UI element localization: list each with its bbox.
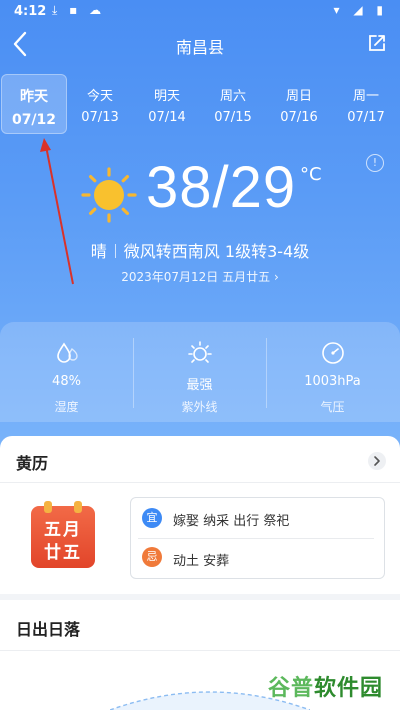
stat-label: 紫外线 (181, 400, 218, 414)
divider (114, 244, 116, 258)
temperature-range: 38/29 (146, 155, 297, 220)
weather-stats: 48% 湿度 最强 紫外线 1003hPa 气压 (0, 322, 400, 422)
ji-text: 动土 安葬 (173, 554, 230, 569)
notification-icons: ⤓ ▪ ☁ (52, 3, 106, 17)
stat-uv[interactable]: 最强 紫外线 (133, 322, 266, 422)
lunar-month: 五月 (44, 520, 82, 540)
day-selector: 昨天 07/12 今天 07/13 明天 07/14 周六 07/15 周日 0… (0, 74, 400, 134)
stat-pressure[interactable]: 1003hPa 气压 (266, 322, 399, 422)
day-tab-monday[interactable]: 周一 07/17 (333, 74, 399, 134)
day-tab-today[interactable]: 今天 07/13 (67, 74, 133, 134)
calendar-ring (74, 501, 82, 513)
watermark-part1: 谷普 (268, 676, 315, 701)
day-name: 明天 (153, 89, 180, 104)
day-tab-yesterday[interactable]: 昨天 07/12 (1, 74, 67, 134)
system-icons: ▾ ◢ ▮ (333, 3, 388, 17)
sunrise-title: 日出日落 (16, 620, 81, 639)
calendar-ring (44, 501, 52, 513)
weather-condition: 晴 (90, 242, 107, 261)
city-title[interactable]: 南昌县 (0, 34, 400, 58)
weather-description: 晴微风转西南风 1级转3-4级 (0, 238, 400, 262)
date-line[interactable]: 2023年07月12日 五月廿五 › (0, 268, 400, 285)
watermark-part2: 软件园 (314, 676, 384, 701)
day-name: 今天 (86, 89, 113, 104)
status-time: 4:12 (14, 4, 47, 19)
wind-description: 微风转西南风 1级转3-4级 (123, 242, 310, 261)
sun-uv-icon (188, 341, 212, 363)
share-icon[interactable] (366, 32, 388, 54)
divider (0, 650, 400, 651)
status-bar: 4:12 ⤓ ▪ ☁ ▾ ◢ ▮ (0, 0, 400, 24)
site-watermark: 谷普软件园 (268, 670, 383, 702)
ji-badge: 忌 (142, 547, 162, 567)
day-date: 07/15 (214, 110, 252, 125)
info-icon[interactable]: ! (366, 154, 384, 172)
date-text: 2023年07月12日 五月廿五 (121, 270, 271, 284)
humidity-icon (57, 342, 78, 363)
yi-text: 嫁娶 纳采 出行 祭祀 (173, 514, 290, 529)
lunar-calendar-icon: 五月 廿五 (31, 501, 95, 568)
day-date: 07/13 (81, 110, 119, 125)
stat-label: 气压 (320, 400, 345, 414)
sunny-weather-icon (81, 167, 137, 223)
day-date: 07/17 (347, 110, 385, 125)
divider (138, 538, 374, 539)
day-date: 07/12 (11, 112, 57, 128)
stat-label: 湿度 (54, 400, 79, 414)
day-name: 周一 (352, 89, 379, 104)
day-tab-saturday[interactable]: 周六 07/15 (200, 74, 266, 134)
temperature-unit: °C (300, 164, 322, 185)
day-tab-tomorrow[interactable]: 明天 07/14 (134, 74, 200, 134)
day-tab-sunday[interactable]: 周日 07/16 (266, 74, 332, 134)
pressure-gauge-icon (322, 342, 344, 364)
day-name: 昨天 (20, 89, 48, 105)
stat-value: 48% (52, 374, 81, 389)
divider (0, 482, 400, 483)
almanac-title: 黄历 (16, 454, 49, 473)
stat-value: 最强 (186, 378, 213, 393)
yi-badge: 宜 (142, 508, 162, 528)
chevron-right-icon: › (273, 270, 279, 284)
day-name: 周日 (285, 89, 312, 104)
day-date: 07/14 (148, 110, 186, 125)
day-date: 07/16 (280, 110, 318, 125)
lunar-day: 廿五 (44, 543, 82, 563)
day-name: 周六 (219, 89, 246, 104)
stat-value: 1003hPa (304, 374, 361, 389)
chevron-right-icon[interactable] (368, 452, 386, 470)
stat-humidity[interactable]: 48% 湿度 (0, 322, 133, 422)
